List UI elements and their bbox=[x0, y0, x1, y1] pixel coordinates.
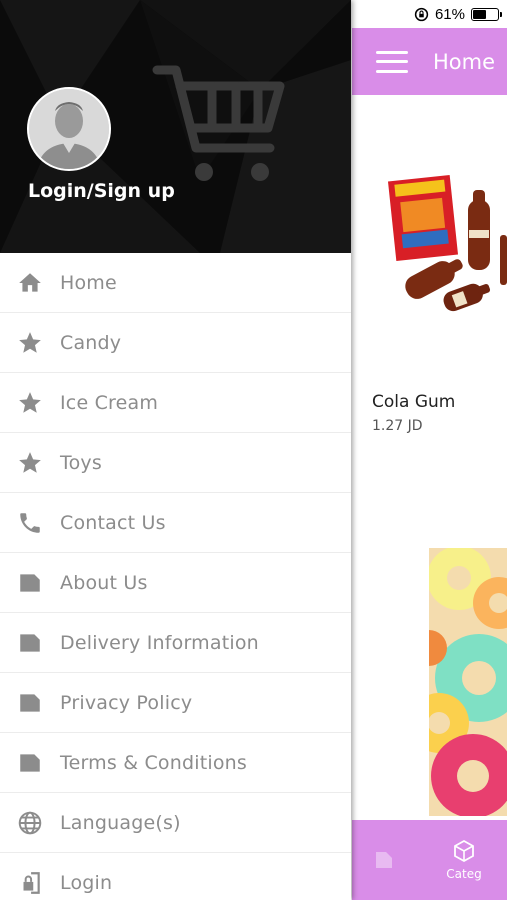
menu-item-contact-us[interactable]: Contact Us bbox=[0, 493, 351, 553]
page-title: Home bbox=[433, 49, 496, 74]
phone-icon bbox=[16, 509, 44, 537]
page-icon bbox=[16, 629, 44, 657]
home-tab-icon bbox=[376, 852, 392, 868]
main-content: Home Cola Gum 1.27 JD Categ bbox=[352, 0, 507, 900]
cube-icon bbox=[454, 839, 474, 863]
menu-item-privacy-policy[interactable]: Privacy Policy bbox=[0, 673, 351, 733]
globe-icon bbox=[16, 809, 44, 837]
menu-item-about-us[interactable]: About Us bbox=[0, 553, 351, 613]
menu-item-label: About Us bbox=[60, 571, 148, 594]
menu-item-label: Candy bbox=[60, 331, 122, 354]
home-icon bbox=[16, 269, 44, 297]
product-name[interactable]: Cola Gum bbox=[372, 392, 455, 412]
menu-item-label: Ice Cream bbox=[60, 391, 159, 414]
product-card[interactable] bbox=[352, 160, 507, 330]
star-icon bbox=[16, 389, 44, 417]
cart-icon bbox=[152, 65, 285, 181]
menu-item-terms-conditions[interactable]: Terms & Conditions bbox=[0, 733, 351, 793]
status-bar: 61% bbox=[352, 0, 507, 28]
menu-item-login[interactable]: Login bbox=[0, 853, 351, 900]
menu-item-label: Terms & Conditions bbox=[60, 751, 248, 774]
menu-item-home[interactable]: Home bbox=[0, 253, 351, 313]
star-icon bbox=[16, 329, 44, 357]
navigation-drawer: Login/Sign up Home Candy Ice Cream Toys bbox=[0, 0, 351, 900]
page-icon bbox=[16, 749, 44, 777]
menu-item-label: Home bbox=[60, 271, 117, 294]
product-image-gummy-rings[interactable] bbox=[429, 548, 507, 816]
menu-item-delivery-information[interactable]: Delivery Information bbox=[0, 613, 351, 673]
menu-item-label: Language(s) bbox=[60, 811, 181, 834]
menu-item-label: Login bbox=[60, 871, 113, 894]
page-icon bbox=[16, 689, 44, 717]
login-signup-link[interactable]: Login/Sign up bbox=[28, 180, 175, 202]
menu-item-ice-cream[interactable]: Ice Cream bbox=[0, 373, 351, 433]
menu-item-languages[interactable]: Language(s) bbox=[0, 793, 351, 853]
bottom-tab-categories-label: Categ bbox=[446, 867, 482, 881]
menu-item-candy[interactable]: Candy bbox=[0, 313, 351, 373]
menu-item-label: Delivery Information bbox=[60, 631, 259, 654]
app-bar: Home bbox=[352, 28, 507, 95]
menu-item-toys[interactable]: Toys bbox=[0, 433, 351, 493]
bottom-tab-categories[interactable]: Categ bbox=[424, 820, 504, 900]
bottom-tab-home[interactable] bbox=[352, 820, 424, 900]
avatar[interactable] bbox=[27, 87, 111, 171]
menu-item-label: Contact Us bbox=[60, 511, 166, 534]
star-icon bbox=[16, 449, 44, 477]
login-icon bbox=[16, 869, 44, 897]
product-image bbox=[352, 160, 507, 330]
battery-icon bbox=[471, 7, 502, 21]
drawer-header: Login/Sign up bbox=[0, 0, 351, 253]
hamburger-icon[interactable] bbox=[376, 50, 408, 73]
drawer-menu: Home Candy Ice Cream Toys Contact Us Abo… bbox=[0, 253, 351, 900]
page-icon bbox=[16, 569, 44, 597]
product-price: 1.27 JD bbox=[372, 418, 423, 434]
battery-percent: 61% bbox=[434, 5, 465, 23]
orientation-lock-icon bbox=[414, 7, 429, 21]
menu-item-label: Privacy Policy bbox=[60, 691, 193, 714]
bottom-navigation: Categ bbox=[352, 820, 507, 900]
menu-item-label: Toys bbox=[60, 451, 102, 474]
